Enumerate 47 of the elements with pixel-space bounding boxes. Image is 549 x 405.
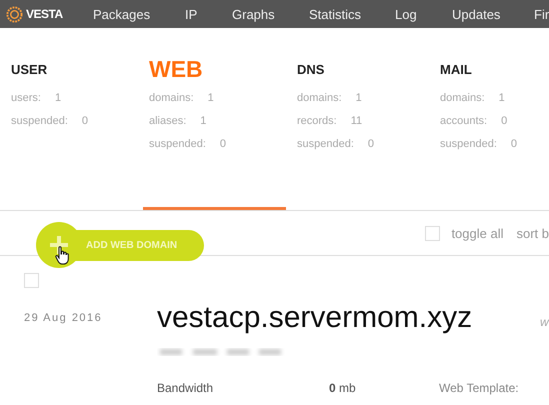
stat-value: 1 (54, 92, 62, 106)
web-template-label: Web Template: (439, 381, 519, 395)
stat-value: 0 (368, 138, 374, 152)
stat-value: 1 (356, 92, 362, 106)
side-text: w (540, 315, 549, 329)
stat-label: domains: (440, 92, 485, 106)
stats-title: DNS (297, 62, 326, 79)
nav-link[interactable]: Packages (93, 6, 185, 22)
domain-checkbox[interactable] (24, 273, 39, 288)
stat-value: 0 (82, 115, 88, 129)
stat-value: 1 (208, 92, 214, 106)
stat-value: 0 (510, 138, 518, 152)
nav-link[interactable]: IP (185, 6, 232, 22)
stat-label: suspended: (11, 115, 68, 129)
hand-cursor-icon (55, 246, 70, 265)
domain-name: vestacp.servermom.xyz (157, 301, 474, 335)
stats-tab[interactable]: USER users: 1 suspended: 0 (0, 62, 143, 210)
nav-link[interactable]: Statistics (309, 6, 395, 22)
nav-link[interactable]: Graphs (232, 6, 309, 22)
stat-label: records: (297, 115, 337, 129)
domain-date: 29 Aug 2016 (24, 312, 104, 324)
stat-label: aliases: (149, 115, 186, 129)
stat-label: suspended: (440, 138, 497, 152)
stats-title: MAIL (440, 62, 473, 79)
stats-tab[interactable]: DNS domains: 1 records: 11 suspended: 0 (286, 62, 429, 210)
stat-label: users: (11, 92, 41, 106)
stats-tab[interactable]: MAIL domains: 1 accounts: 0 suspended: 0 (429, 62, 549, 210)
stat-label: suspended: (297, 138, 354, 152)
nav-link[interactable]: Updates (452, 6, 534, 22)
logo-icon (6, 6, 23, 22)
stat-value: 1 (200, 115, 206, 129)
stat-value: 0 (220, 138, 226, 152)
stats-title: USER (11, 62, 48, 79)
stat-value: 0 (501, 115, 508, 129)
bandwidth-label: Bandwidth (157, 381, 214, 395)
stat-label: domains: (297, 92, 342, 106)
stat-value: 11 (350, 115, 362, 129)
toggle-all-checkbox[interactable] (425, 226, 440, 240)
stat-label: accounts: (440, 115, 488, 129)
nav-link[interactable]: Log (395, 6, 452, 22)
bandwidth-value: 0 mb (329, 381, 357, 395)
stat-label: domains: (149, 92, 194, 106)
stat-value: 1 (498, 92, 505, 106)
toggle-all-label: toggle all (451, 226, 504, 240)
stat-label: suspended: (149, 138, 206, 152)
nav-link[interactable]: Fir (534, 6, 549, 22)
logo-text: VESTA (26, 7, 63, 21)
